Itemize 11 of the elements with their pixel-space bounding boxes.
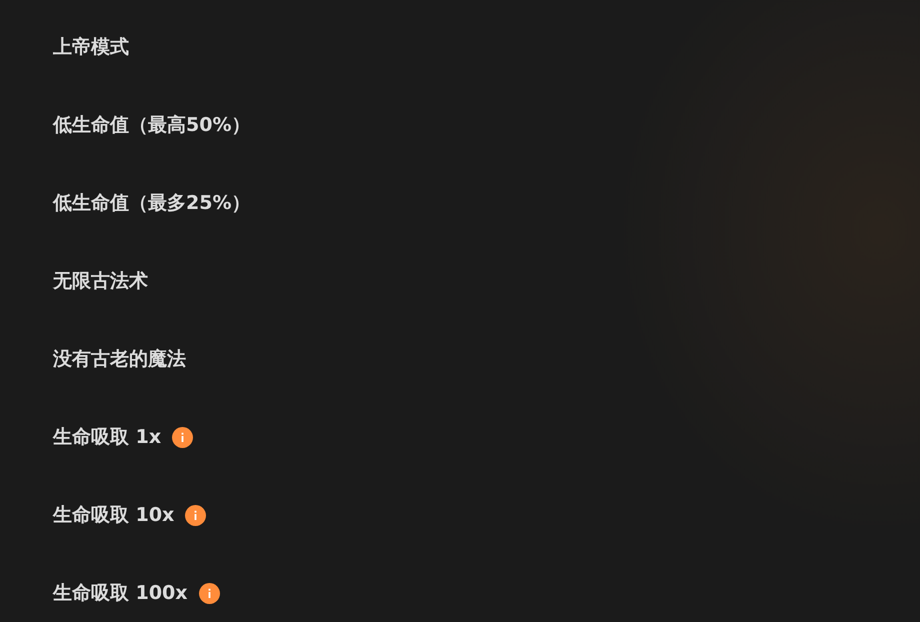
option-label[interactable]: 生命吸取 100x bbox=[53, 578, 188, 608]
option-label[interactable]: 上帝模式 bbox=[53, 32, 129, 62]
info-icon[interactable] bbox=[172, 426, 194, 448]
option-label[interactable]: 低生命值（最高50%） bbox=[53, 110, 250, 140]
option-label[interactable]: 低生命值（最多25%） bbox=[53, 188, 250, 218]
option-label[interactable]: 没有古老的魔法 bbox=[53, 344, 186, 374]
info-icon[interactable] bbox=[185, 504, 206, 526]
option-label[interactable]: 无限古法术 bbox=[53, 266, 148, 296]
info-icon[interactable] bbox=[198, 582, 220, 604]
option-label[interactable]: 生命吸取 10x bbox=[53, 500, 174, 530]
option-label[interactable]: 生命吸取 1x bbox=[53, 422, 162, 452]
